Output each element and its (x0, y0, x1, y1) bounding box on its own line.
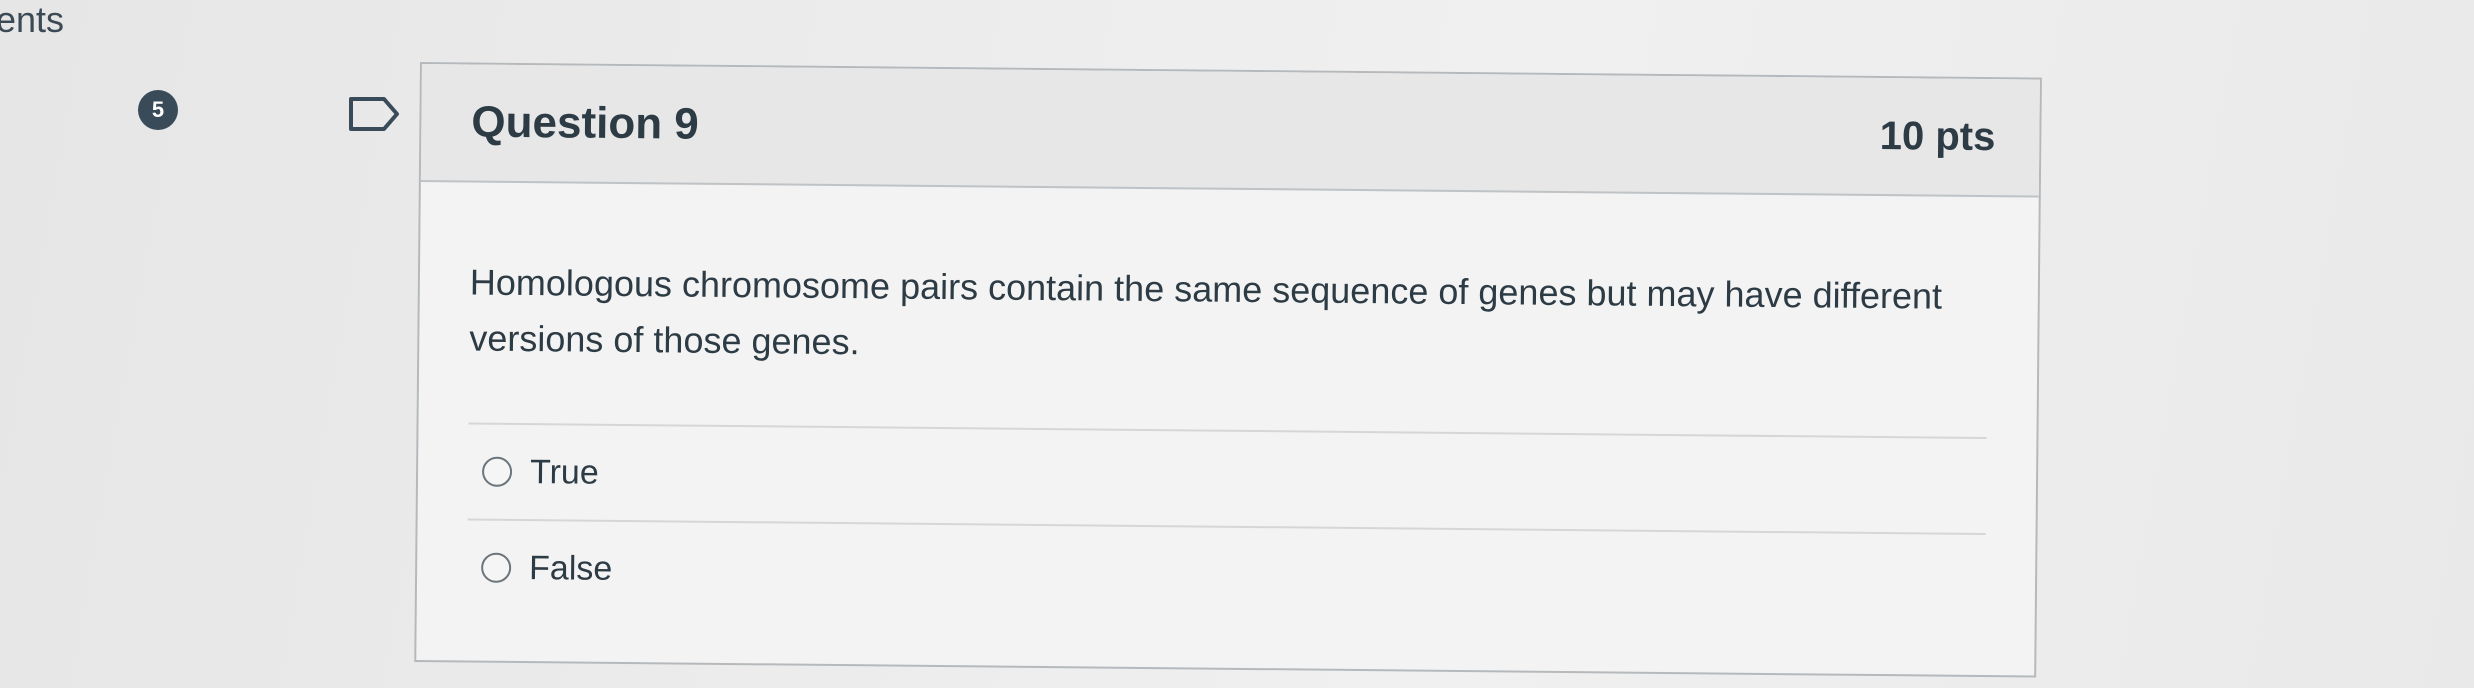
question-card: Question 9 10 pts Homologous chromosome … (414, 62, 2042, 678)
answer-option-false[interactable]: False (466, 518, 1986, 630)
question-count-badge: 5 (138, 90, 178, 130)
question-text: Homologous chromosome pairs contain the … (469, 261, 1943, 363)
answer-label: False (528, 548, 613, 588)
question-body: Homologous chromosome pairs contain the … (417, 182, 2039, 630)
radio-unselected-icon[interactable] (481, 552, 512, 583)
flag-question-icon[interactable] (348, 96, 400, 132)
answer-list: True False (466, 422, 1987, 630)
radio-unselected-icon[interactable] (481, 456, 513, 487)
page-heading-partial: ents (0, 0, 65, 40)
question-header: Question 9 10 pts (420, 64, 2040, 198)
answer-label: True (529, 452, 599, 492)
question-title: Question 9 (471, 97, 700, 149)
answer-option-true[interactable]: True (467, 422, 1987, 534)
question-points: 10 pts (1879, 113, 1996, 159)
